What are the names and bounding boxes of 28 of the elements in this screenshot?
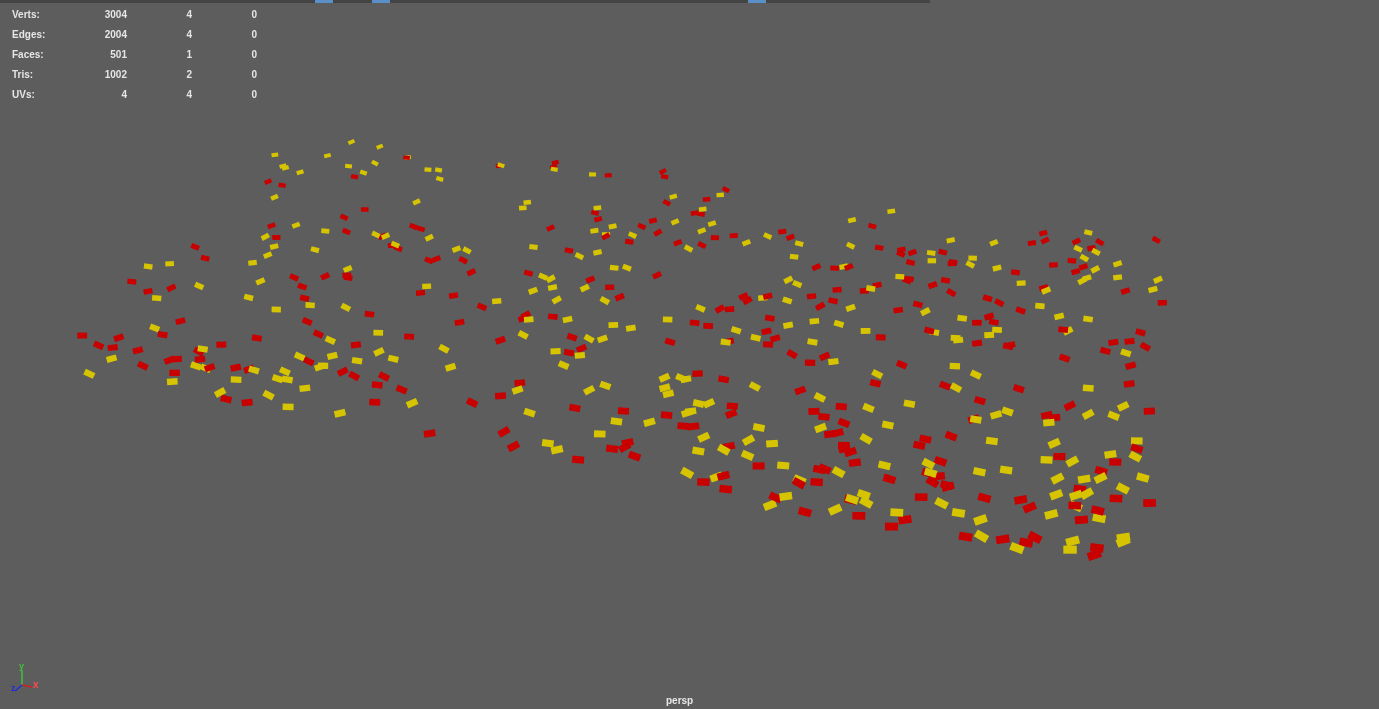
axis-gizmo-icon: [14, 669, 33, 692]
stat-label: Faces:: [12, 47, 45, 62]
toolbar-icon[interactable]: [372, 0, 390, 3]
stat-value: 4: [185, 7, 192, 22]
toolbar-icon[interactable]: [748, 0, 766, 3]
stat-value: 4: [120, 87, 127, 102]
stat-value: 3004: [103, 7, 127, 22]
stat-value: 0: [250, 47, 257, 62]
stat-value: 4: [185, 27, 192, 42]
camera-label: persp: [666, 694, 694, 708]
axis-label: z: [11, 684, 16, 693]
axis-label: y: [19, 662, 24, 671]
stat-value: 1002: [103, 67, 127, 82]
stat-label: Tris:: [12, 67, 35, 82]
stat-value: 2004: [103, 27, 127, 42]
toolbar-icon[interactable]: [315, 0, 333, 3]
stat-value: 501: [109, 47, 127, 62]
stat-label: Edges:: [12, 27, 47, 42]
stat-value: 0: [250, 27, 257, 42]
stat-value: 0: [250, 7, 257, 22]
axis-label: x: [33, 680, 39, 690]
stat-label: UVs:: [12, 87, 36, 102]
stat-value: 0: [250, 67, 257, 82]
stat-label: Verts:: [12, 7, 41, 22]
stat-value: 2: [185, 67, 192, 82]
stat-value: 4: [185, 87, 192, 102]
stat-value: 0: [250, 87, 257, 102]
stat-value: 1: [185, 47, 192, 62]
